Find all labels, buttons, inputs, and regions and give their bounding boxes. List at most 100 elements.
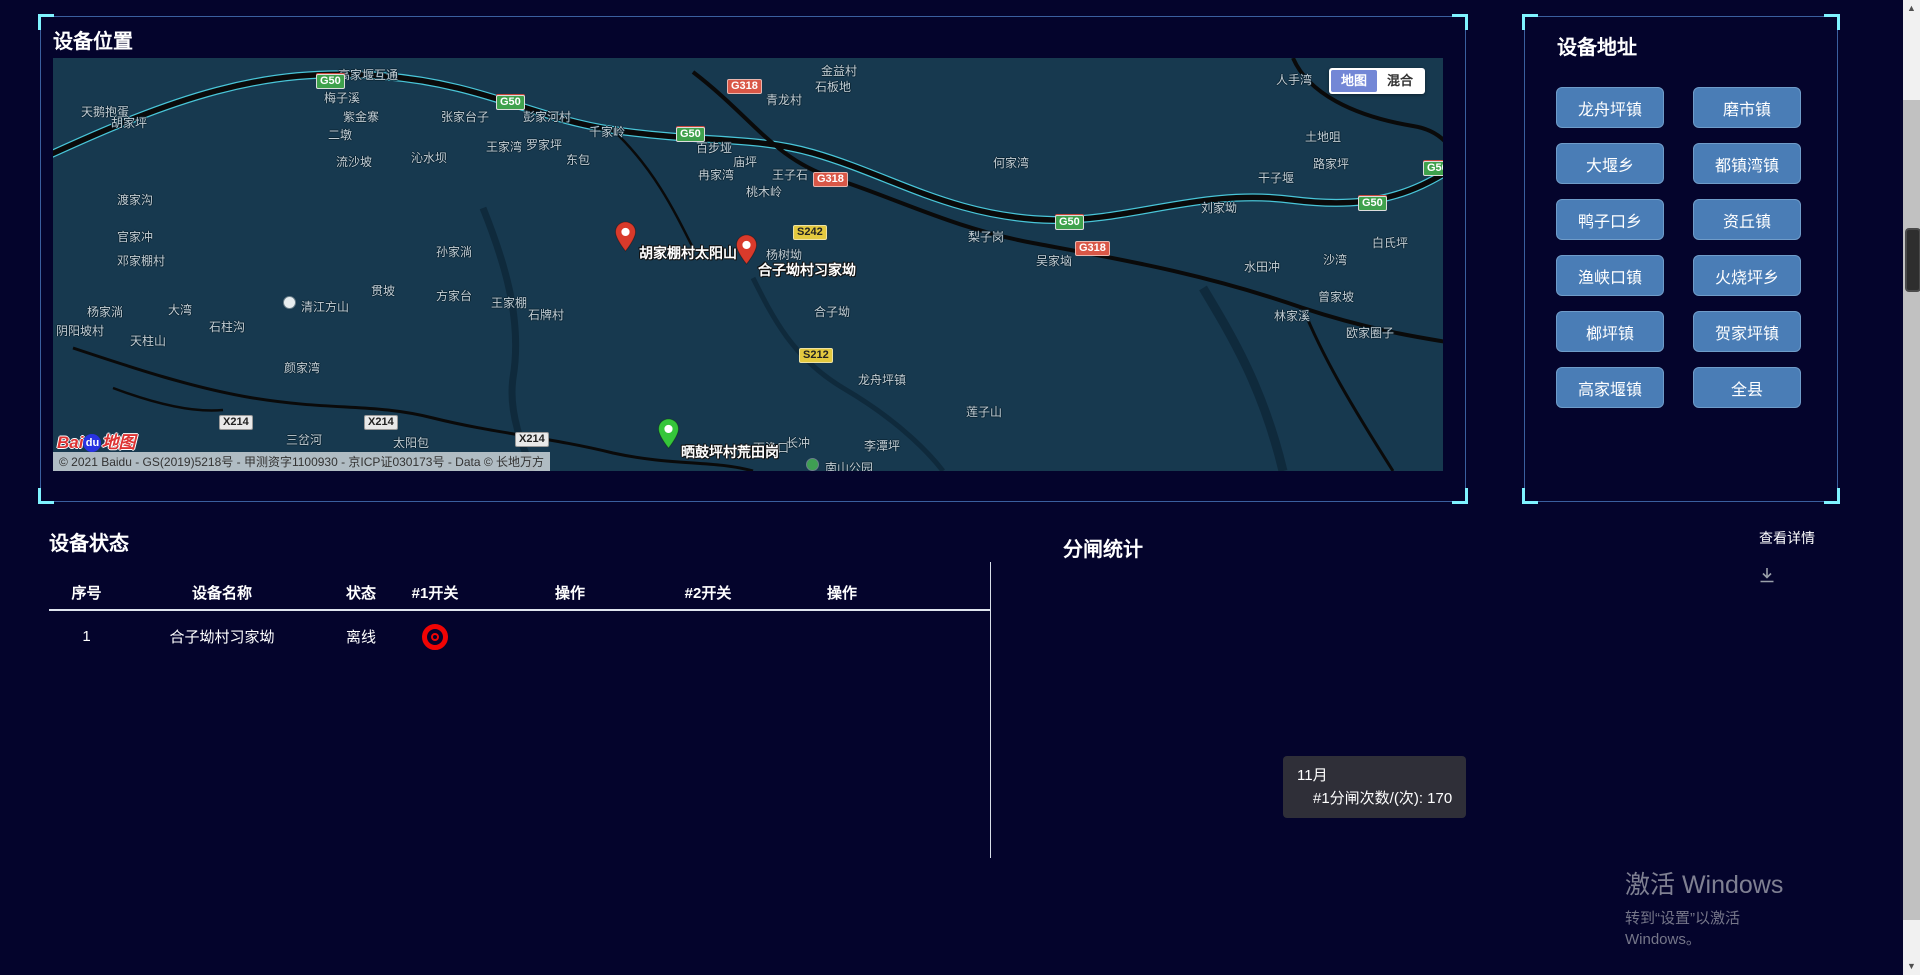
map-place-label: 千家岭	[589, 123, 625, 140]
corner-decoration	[1452, 488, 1468, 504]
road-shield-X214: X214	[219, 415, 253, 430]
map-place-label: 渡家沟	[117, 191, 153, 208]
switch1-indicator-red	[422, 624, 448, 650]
status-table-body: 1合子坳村习家坳离线	[49, 611, 991, 662]
address-button[interactable]: 磨市镇	[1693, 87, 1801, 128]
table-header-cell: 设备名称	[124, 582, 320, 603]
page-scrollbar[interactable]: ▲ ▼	[1903, 0, 1920, 975]
map-pin-marker[interactable]	[614, 221, 637, 257]
map-type-option[interactable]: 混合	[1377, 70, 1423, 92]
table-header-cell: 序号	[49, 582, 124, 603]
map-place-label: 龙舟坪镇	[858, 371, 906, 388]
road-shield-G50: G50	[1358, 196, 1387, 211]
map-pin-marker[interactable]	[735, 234, 758, 270]
map-place-label: 沙湾	[1323, 251, 1347, 268]
map-place-label: 莲子山	[966, 403, 1002, 420]
map-attribution: © 2021 Baidu - GS(2019)5218号 - 甲测资字11009…	[53, 452, 550, 471]
map-place-label: 石柱沟	[209, 318, 245, 335]
table-header-cell: #1开关	[402, 582, 468, 603]
map-place-label: 刘家坳	[1201, 199, 1237, 216]
row-index: 1	[49, 628, 124, 645]
map-place-label: 王家棚	[491, 294, 527, 311]
baidu-logo-suffix: 地图	[101, 433, 135, 452]
map-pin-marker[interactable]	[657, 418, 680, 454]
map-place-label: 人手湾	[1276, 71, 1312, 88]
map-place-label: 石板地	[815, 78, 851, 95]
map-pin-label: 合子坳村习家坳	[758, 260, 856, 280]
map-place-label: 干子堰	[1258, 169, 1294, 186]
road-shield-G318: G318	[727, 79, 762, 94]
map-place-label: 彭家河村	[523, 108, 571, 125]
address-button[interactable]: 都镇湾镇	[1693, 143, 1801, 184]
address-button[interactable]: 榔坪镇	[1556, 311, 1664, 352]
map-place-label: 王家湾	[486, 138, 522, 155]
map-place-label: 高家堰互通	[338, 66, 398, 83]
scrollbar-thumb[interactable]	[1903, 100, 1920, 920]
map-place-label: 林家溪	[1274, 307, 1310, 324]
map-type-toggle: 地图混合	[1329, 68, 1425, 94]
baidu-map[interactable]: 天鹅抱蛋胡家坪渡家沟官家冲邓家棚村杨家淌阴阳坡村天柱山大湾石柱沟清江方山贯坡方家…	[53, 58, 1443, 471]
map-place-label: 梅子溪	[324, 89, 360, 106]
dashboard-screen: 设备位置 天鹅抱蛋胡家坪渡家沟官家冲邓家棚村杨家淌阴阳坡村天柱山大湾石柱沟清江方	[0, 0, 1920, 975]
status-table-header: 序号设备名称状态#1开关操作#2开关操作	[49, 576, 991, 611]
road-shield-S212: S212	[799, 348, 833, 363]
road-shield-G318: G318	[813, 172, 848, 187]
map-place-label: 二墩	[328, 126, 352, 143]
address-button[interactable]: 全县	[1693, 367, 1801, 408]
map-place-label: 张家台子	[441, 108, 489, 125]
address-button[interactable]: 鸭子口乡	[1556, 199, 1664, 240]
corner-decoration	[1824, 14, 1840, 30]
map-place-label: 阴阳坡村	[56, 322, 104, 339]
section-divider	[990, 562, 991, 858]
map-type-option[interactable]: 地图	[1331, 70, 1377, 92]
map-place-label: 大湾	[168, 301, 192, 318]
map-place-label: 贯坡	[371, 282, 395, 299]
map-place-label: 冉家湾	[698, 166, 734, 183]
baidu-logo-paw: du	[83, 434, 101, 452]
device-status: 离线	[320, 626, 402, 647]
map-place-label: 何家湾	[993, 154, 1029, 171]
address-button[interactable]: 龙舟坪镇	[1556, 87, 1664, 128]
map-place-label: 颜家湾	[284, 359, 320, 376]
road-shield-G50: G50	[496, 95, 525, 110]
scroll-down-arrow[interactable]: ▼	[1903, 958, 1920, 975]
chart-title: 分闸统计	[1063, 533, 1143, 562]
address-button[interactable]: 火烧坪乡	[1693, 255, 1801, 296]
address-button[interactable]: 资丘镇	[1693, 199, 1801, 240]
chart-tooltip: 11月 #1分闸次数/(次): 170	[1283, 756, 1466, 818]
status-section-title: 设备状态	[49, 527, 991, 556]
table-header-cell: 状态	[320, 582, 402, 603]
map-place-label: 清江方山	[301, 298, 349, 315]
trip-statistics-section: 分闸统计 查看详情 11月 #1分闸次数/(次): 170 激活 Windows…	[1047, 527, 1817, 957]
corner-decoration	[1824, 488, 1840, 504]
map-place-label: 梨子岗	[968, 228, 1004, 245]
scroll-up-arrow[interactable]: ▲	[1903, 0, 1920, 17]
map-pin-label: 胡家棚村太阳山	[639, 243, 737, 263]
map-place-label: 胡家坪	[111, 114, 147, 131]
map-place-label: 官家冲	[117, 228, 153, 245]
led-indicator-widget	[1905, 228, 1920, 292]
map-place-label: 合子坳	[814, 303, 850, 320]
table-header-cell: 操作	[468, 582, 672, 603]
address-button[interactable]: 高家堰镇	[1556, 367, 1664, 408]
tooltip-title: 11月	[1297, 764, 1452, 787]
map-place-label: 桃木岭	[746, 183, 782, 200]
address-button[interactable]: 渔峡口镇	[1556, 255, 1664, 296]
map-place-label: 李潭坪	[864, 437, 900, 454]
map-place-label: 三岔河	[286, 431, 322, 448]
map-place-label: 庙坪	[733, 153, 757, 170]
map-place-label: 长冲	[786, 434, 810, 451]
map-place-label: 青龙村	[766, 91, 802, 108]
road-shield-G50: G50	[1423, 161, 1443, 176]
road-shield-S242: S242	[793, 225, 827, 240]
map-place-label: 方家台	[436, 287, 472, 304]
view-details-link[interactable]: 查看详情	[1759, 528, 1815, 548]
address-button[interactable]: 大堰乡	[1556, 143, 1664, 184]
map-place-label: 土地咀	[1305, 128, 1341, 145]
table-header-cell: #2开关	[672, 582, 744, 603]
save-image-icon[interactable]	[1757, 565, 1777, 590]
corner-decoration	[1522, 14, 1538, 30]
map-place-label: 欧家圈子	[1346, 324, 1394, 341]
map-place-label: 南山公园	[825, 459, 873, 471]
address-button[interactable]: 贺家坪镇	[1693, 311, 1801, 352]
